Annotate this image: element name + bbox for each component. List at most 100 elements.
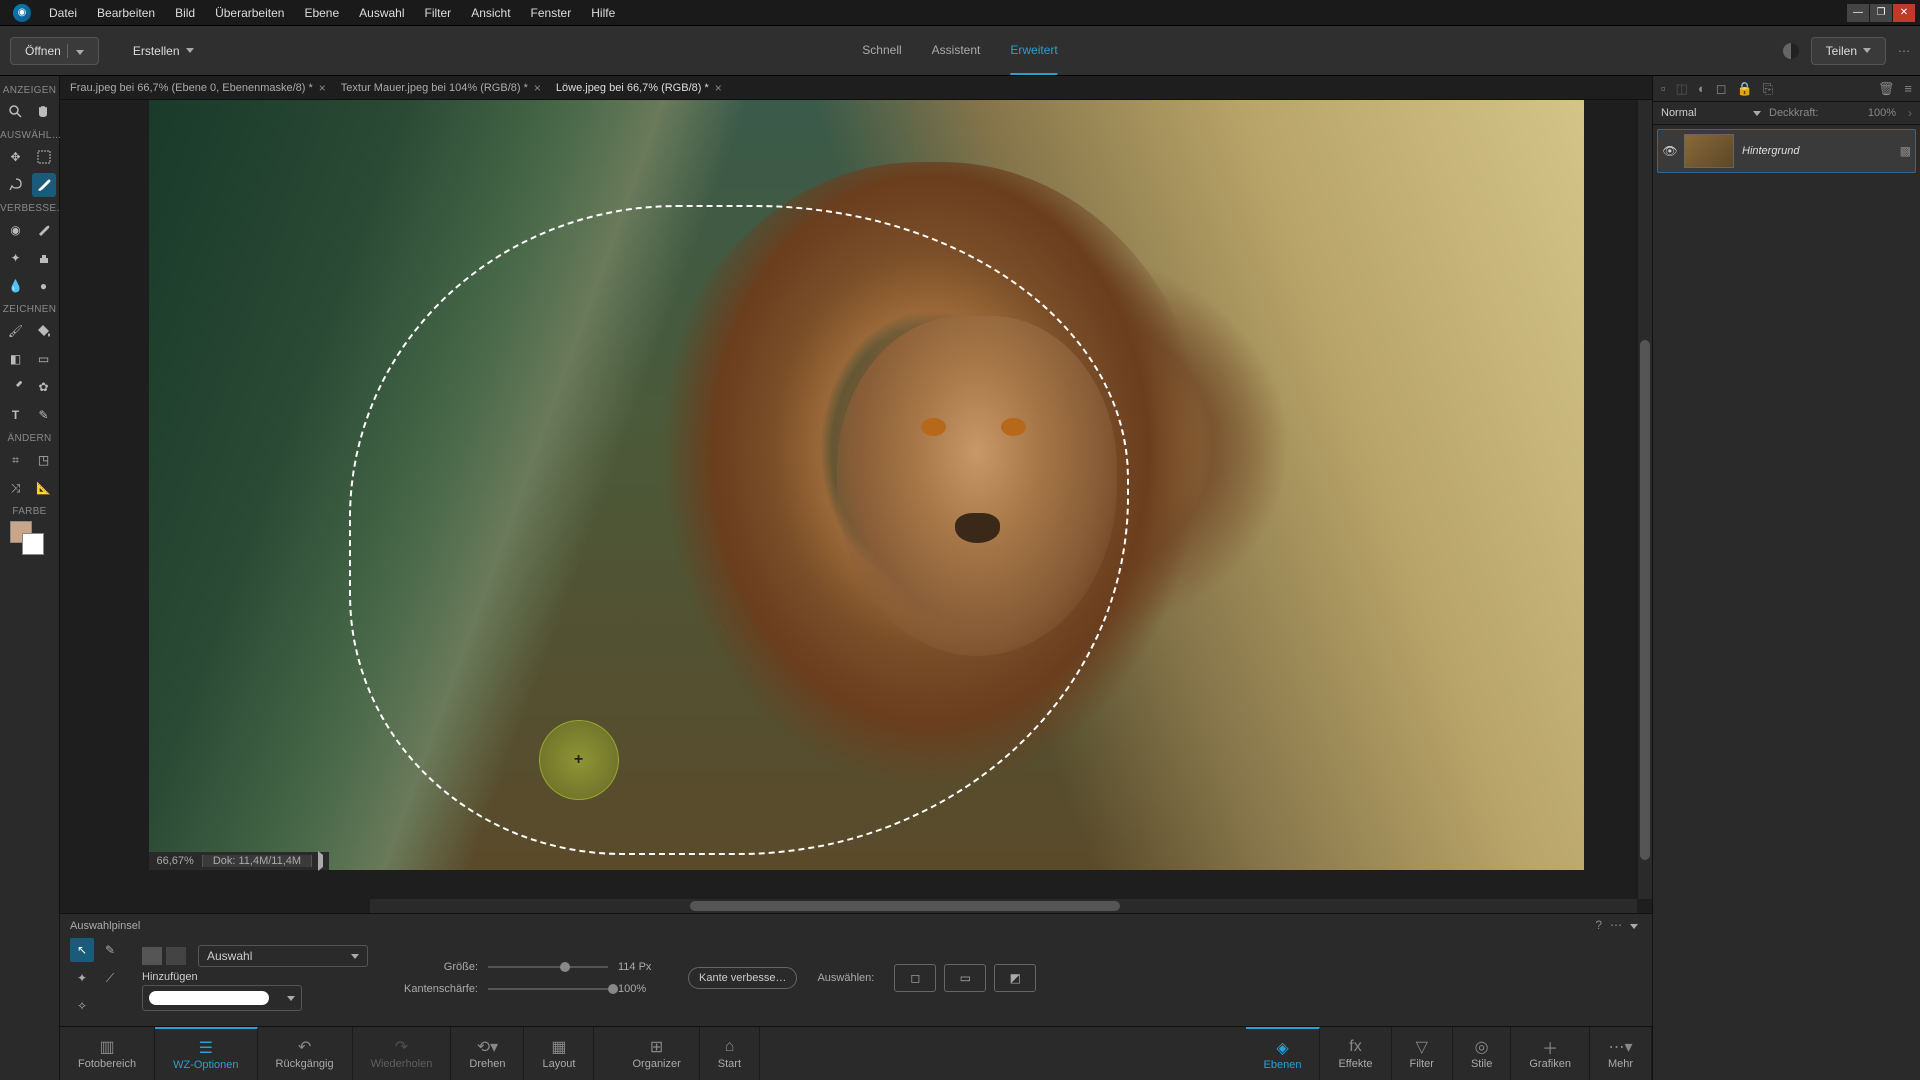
- more-icon[interactable]: ⋯: [1610, 918, 1622, 932]
- doc-tab-1[interactable]: Textur Mauer.jpeg bei 104% (RGB/8) *×: [341, 81, 541, 95]
- doc-tab-0[interactable]: Frau.jpeg bei 66,7% (Ebene 0, Ebenenmask…: [70, 81, 326, 95]
- size-value[interactable]: 114 Px: [618, 961, 668, 973]
- layer-name[interactable]: Hintergrund: [1742, 145, 1799, 157]
- auto-selection-variant[interactable]: ✧: [70, 994, 94, 1018]
- menu-filter[interactable]: Filter: [415, 6, 462, 20]
- menu-help[interactable]: Hilfe: [581, 6, 625, 20]
- tab-guided[interactable]: Assistent: [932, 27, 981, 75]
- home-button[interactable]: ⌂Start: [700, 1027, 760, 1080]
- lock-icon[interactable]: 🔒: [1737, 81, 1753, 97]
- panel-menu-icon[interactable]: ≡: [1904, 81, 1912, 96]
- recompose-tool[interactable]: ◳: [32, 448, 56, 472]
- spot-heal-tool[interactable]: [32, 218, 56, 242]
- move-tool[interactable]: ✥: [4, 145, 28, 169]
- lasso-tool[interactable]: [4, 173, 28, 197]
- create-button[interactable]: Erstellen: [119, 38, 208, 64]
- content-aware-tool[interactable]: ⤨: [4, 476, 28, 500]
- graphics-button[interactable]: ＋Grafiken: [1511, 1027, 1590, 1080]
- photo-bin-button[interactable]: ▥Fotobereich: [60, 1027, 155, 1080]
- open-button[interactable]: Öffnen: [10, 37, 99, 65]
- shape-tool[interactable]: ▭: [32, 347, 56, 371]
- sponge-tool[interactable]: ●: [32, 274, 56, 298]
- magic-wand-variant[interactable]: ✦: [70, 966, 94, 990]
- styles-button[interactable]: ◎Stile: [1453, 1027, 1511, 1080]
- menu-view[interactable]: Ansicht: [461, 6, 520, 20]
- canvas[interactable]: 66,67% Dok: 11,4M/11,4M: [149, 100, 1584, 870]
- gradient-tool[interactable]: ◧: [4, 347, 28, 371]
- scrollbar-thumb[interactable]: [690, 901, 1120, 911]
- menu-layer[interactable]: Ebene: [294, 6, 349, 20]
- add-selection-icon[interactable]: [166, 947, 186, 965]
- clone-stamp-tool[interactable]: [32, 246, 56, 270]
- tool-options-button[interactable]: ☰WZ-Optionen: [155, 1027, 257, 1080]
- close-icon[interactable]: ×: [534, 81, 541, 95]
- smart-brush-tool[interactable]: ✦: [4, 246, 28, 270]
- new-group-icon[interactable]: ◫: [1676, 81, 1688, 97]
- adjustment-layer-icon[interactable]: ◐: [1698, 81, 1706, 96]
- redo-button[interactable]: ↷Wiederholen: [353, 1027, 452, 1080]
- theme-toggle-icon[interactable]: [1783, 43, 1799, 59]
- quick-selection-variant[interactable]: ⟋: [98, 966, 122, 990]
- menu-window[interactable]: Fenster: [521, 6, 582, 20]
- color-swatches[interactable]: [0, 519, 59, 559]
- close-icon[interactable]: ×: [319, 81, 326, 95]
- paint-bucket-tool[interactable]: [32, 319, 56, 343]
- blur-tool[interactable]: 💧: [4, 274, 28, 298]
- selection-brush-variant[interactable]: ↖: [70, 938, 94, 962]
- menu-edit[interactable]: Bearbeiten: [87, 6, 165, 20]
- undo-button[interactable]: ↶Rückgängig: [258, 1027, 353, 1080]
- custom-shape-tool[interactable]: ✿: [32, 375, 56, 399]
- horizontal-scrollbar[interactable]: [370, 899, 1637, 913]
- menu-file[interactable]: Datei: [39, 6, 87, 20]
- brush-tool[interactable]: 🖌: [4, 319, 28, 343]
- lock-icon[interactable]: ▩: [1900, 144, 1911, 158]
- organizer-button[interactable]: ⊞Organizer: [614, 1027, 699, 1080]
- tab-expert[interactable]: Erweitert: [1010, 27, 1057, 75]
- menu-select[interactable]: Auswahl: [349, 6, 414, 20]
- tab-quick[interactable]: Schnell: [862, 27, 901, 75]
- crop-tool[interactable]: ⌗: [4, 448, 28, 472]
- filter-button[interactable]: ▽Filter: [1392, 1027, 1453, 1080]
- refine-brush-variant[interactable]: ✎: [98, 938, 122, 962]
- refine-edge-button[interactable]: Kante verbesse…: [688, 967, 797, 989]
- zoom-value[interactable]: 66,67%: [149, 855, 202, 867]
- slider-thumb[interactable]: [608, 984, 618, 994]
- blend-mode-dropdown[interactable]: Normal: [1661, 107, 1761, 119]
- size-slider[interactable]: [488, 966, 608, 968]
- pencil-tool[interactable]: ✎: [32, 403, 56, 427]
- chevron-right-icon[interactable]: [312, 855, 329, 867]
- layout-button[interactable]: ▦Layout: [524, 1027, 594, 1080]
- maximize-button[interactable]: ❐: [1870, 4, 1892, 22]
- rotate-button[interactable]: ⟲▾Drehen: [451, 1027, 524, 1080]
- slider-thumb[interactable]: [560, 962, 570, 972]
- straighten-tool[interactable]: 📐: [32, 476, 56, 500]
- effects-button[interactable]: fxEffekte: [1320, 1027, 1391, 1080]
- layer-item-background[interactable]: 👁 Hintergrund ▩: [1657, 129, 1916, 173]
- link-icon[interactable]: ⎘: [1763, 81, 1773, 97]
- mask-icon[interactable]: ◻: [1716, 81, 1727, 97]
- close-icon[interactable]: ×: [715, 81, 722, 95]
- hand-tool[interactable]: [32, 100, 56, 124]
- chevron-down-icon[interactable]: [1630, 918, 1638, 932]
- menu-image[interactable]: Bild: [165, 6, 205, 20]
- hardness-slider[interactable]: [488, 988, 608, 990]
- help-icon[interactable]: ?: [1595, 918, 1602, 932]
- layer-thumbnail[interactable]: [1684, 134, 1734, 168]
- new-selection-icon[interactable]: [142, 947, 162, 965]
- minimize-button[interactable]: —: [1847, 4, 1869, 22]
- trash-icon[interactable]: 🗑: [1878, 81, 1895, 97]
- background-color[interactable]: [22, 533, 44, 555]
- doc-tab-2[interactable]: Löwe.jpeg bei 66,7% (RGB/8) *×: [556, 81, 722, 95]
- select-background-icon[interactable]: ◩: [994, 964, 1036, 992]
- chevron-right-icon[interactable]: ›: [1908, 106, 1912, 120]
- select-subject-icon[interactable]: ◻: [894, 964, 936, 992]
- hardness-value[interactable]: 100%: [618, 983, 668, 995]
- new-layer-icon[interactable]: ▫: [1661, 81, 1666, 96]
- menu-enhance[interactable]: Überarbeiten: [205, 6, 294, 20]
- eyedropper-tool[interactable]: [4, 375, 28, 399]
- marquee-tool[interactable]: [32, 145, 56, 169]
- share-button[interactable]: Teilen: [1811, 37, 1886, 65]
- more-icon[interactable]: ⋯: [1898, 44, 1910, 58]
- opacity-value[interactable]: 100%: [1868, 107, 1896, 119]
- mode-dropdown[interactable]: Auswahl: [198, 945, 368, 967]
